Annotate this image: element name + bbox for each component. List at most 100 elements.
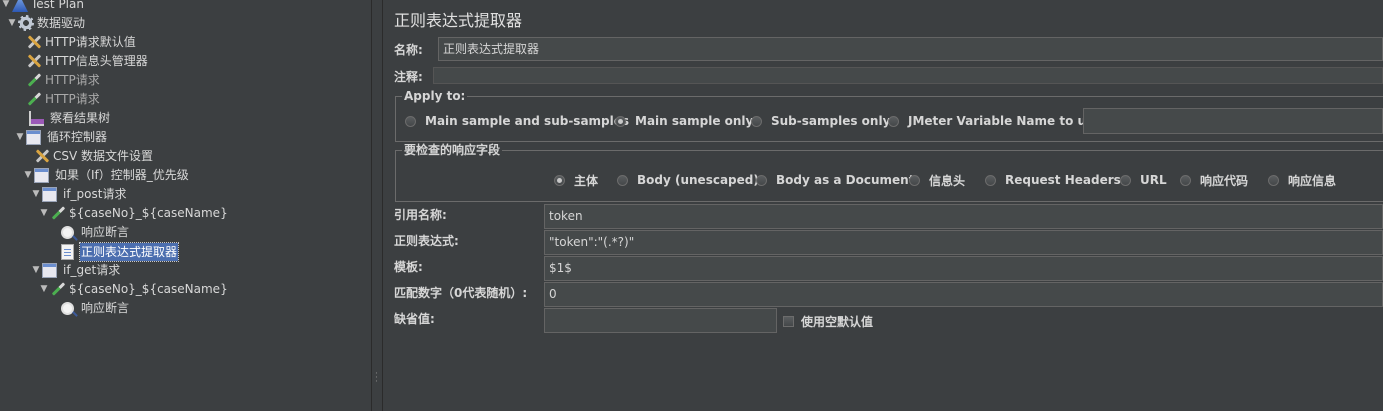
tree-item-results-tree[interactable]: 察看结果树 <box>29 109 110 127</box>
collapse-arrow-icon[interactable]: ▼ <box>38 280 50 298</box>
radio-circle-icon <box>405 115 416 127</box>
use-empty-default-checkbox[interactable]: 使用空默认值 <box>783 313 873 330</box>
tree-item-label: HTTP请求 <box>45 73 100 87</box>
radio-headers[interactable]: 信息头 <box>909 171 965 189</box>
wrench-screwdriver-icon <box>34 148 50 164</box>
tree-item-label: 响应断言 <box>81 225 130 239</box>
magnifier-icon <box>61 225 74 239</box>
match-number-field[interactable]: 0 <box>544 282 1383 307</box>
comment-field[interactable] <box>433 67 1383 84</box>
tree-item-csv-config[interactable]: CSV 数据文件设置 <box>34 147 153 165</box>
tree-item-label: HTTP请求默认值 <box>45 35 136 49</box>
tree-item-label: CSV 数据文件设置 <box>53 149 154 163</box>
tree-item-header-manager[interactable]: HTTP信息头管理器 <box>26 52 148 70</box>
template-field[interactable]: $1$ <box>544 256 1383 281</box>
radio-main-only[interactable]: Main sample only <box>615 112 753 130</box>
reference-name-field[interactable]: token <box>544 204 1383 229</box>
tree-item-if-post[interactable]: ▼ if_post请求 <box>30 185 126 203</box>
radio-label: 响应代码 <box>1200 173 1249 188</box>
page-title: 正则表达式提取器 <box>394 11 523 30</box>
controller-icon <box>34 167 49 183</box>
name-label: 名称: <box>394 43 423 57</box>
tree-item-label: 循环控制器 <box>47 130 108 144</box>
checkbox-label: 使用空默认值 <box>801 315 874 329</box>
collapse-arrow-icon[interactable]: ▼ <box>30 261 42 279</box>
collapse-arrow-icon[interactable]: ▼ <box>14 128 26 146</box>
comment-label: 注释: <box>394 70 423 84</box>
field-to-check-title: 要检查的响应字段 <box>402 143 503 157</box>
tree-item-response-assertion[interactable]: 响应断言 <box>61 299 129 317</box>
tree-item-http-request[interactable]: HTTP请求 <box>26 90 100 108</box>
tree-item-label: HTTP请求 <box>45 92 100 106</box>
tree-item-test-plan[interactable]: ▼ Test Plan <box>0 0 84 13</box>
pipette-icon <box>26 72 42 88</box>
graph-icon <box>29 110 44 126</box>
test-plan-tree[interactable]: ▼ Test Plan ▼ 数据驱动 HTTP请求默认值 HTTP信息头管理器 … <box>0 0 371 411</box>
reference-name-label: 引用名称: <box>394 208 447 222</box>
tree-item-label: 数据驱动 <box>37 16 86 30</box>
radio-response-code[interactable]: 响应代码 <box>1180 171 1248 189</box>
default-value-label: 缺省值: <box>394 312 435 326</box>
split-pane-divider[interactable]: · · · <box>371 0 383 411</box>
tree-item-label: 如果（If）控制器_优先级 <box>55 168 189 182</box>
tree-item-loop-controller[interactable]: ▼ 循环控制器 <box>14 128 107 146</box>
collapse-arrow-icon[interactable]: ▼ <box>6 14 18 32</box>
tree-item-label: Test Plan <box>31 0 84 11</box>
pipette-icon <box>50 281 66 297</box>
wrench-screwdriver-icon <box>26 53 42 69</box>
collapse-arrow-icon[interactable]: ▼ <box>38 204 50 222</box>
tree-item-label: 察看结果树 <box>50 111 111 125</box>
radio-jmeter-variable[interactable]: JMeter Variable Name to use <box>888 112 1101 130</box>
tree-item-if-get[interactable]: ▼ if_get请求 <box>30 261 120 279</box>
radio-label: URL <box>1140 173 1167 187</box>
test-plan-icon <box>12 0 28 12</box>
collapse-arrow-icon[interactable]: ▼ <box>22 166 34 184</box>
default-value-field[interactable] <box>544 308 777 333</box>
jmeter-variable-input[interactable] <box>1083 108 1383 134</box>
tree-item-sampler[interactable]: ▼ ${caseNo}_${caseName} <box>38 204 228 222</box>
collapse-arrow-icon[interactable]: ▼ <box>0 0 12 13</box>
radio-body-unescaped[interactable]: Body (unescaped) <box>617 171 759 189</box>
collapse-arrow-icon[interactable]: ▼ <box>30 185 42 203</box>
name-field[interactable]: 正则表达式提取器 <box>438 37 1383 61</box>
radio-sub-only[interactable]: Sub-samples only <box>751 112 890 130</box>
radio-circle-icon <box>617 174 628 186</box>
tree-item-label: 正则表达式提取器 <box>78 242 180 262</box>
tree-item-if-controller[interactable]: ▼ 如果（If）控制器_优先级 <box>22 166 189 184</box>
checkbox-icon <box>783 316 794 327</box>
radio-label: Main sample and sub-samples <box>425 114 630 128</box>
tree-item-data-driven[interactable]: ▼ 数据驱动 <box>6 14 85 32</box>
tree-item-label: HTTP信息头管理器 <box>45 54 148 68</box>
radio-response-message[interactable]: 响应信息 <box>1268 171 1336 189</box>
radio-selected-icon <box>615 115 626 127</box>
radio-circle-icon <box>756 174 767 186</box>
controller-icon <box>26 129 41 145</box>
regex-field[interactable]: "token":"(.*?)" <box>544 230 1383 255</box>
radio-request-headers[interactable]: Request Headers <box>985 171 1121 189</box>
gear-icon <box>18 15 34 31</box>
radio-label: Body as a Document <box>776 173 915 187</box>
radio-circle-icon <box>1268 174 1279 186</box>
tree-item-label: if_post请求 <box>63 187 127 201</box>
radio-circle-icon <box>909 174 920 186</box>
match-number-label: 匹配数字（0代表随机）: <box>394 286 528 300</box>
tree-item-sampler[interactable]: ▼ ${caseNo}_${caseName} <box>38 280 228 298</box>
template-label: 模板: <box>394 260 423 274</box>
wrench-screwdriver-icon <box>26 34 42 50</box>
tree-item-http-defaults[interactable]: HTTP请求默认值 <box>26 33 136 51</box>
apply-to-title: Apply to: <box>402 89 468 103</box>
tree-item-label: 响应断言 <box>81 301 130 315</box>
radio-label: JMeter Variable Name to use <box>908 114 1102 128</box>
tree-item-label: ${caseNo}_${caseName} <box>69 282 228 296</box>
radio-label: 信息头 <box>929 173 966 188</box>
radio-body-as-document[interactable]: Body as a Document <box>756 171 914 189</box>
radio-label: Main sample only <box>635 114 754 128</box>
radio-circle-icon <box>1120 174 1131 186</box>
tree-item-label: if_get请求 <box>63 263 121 277</box>
tree-item-response-assertion[interactable]: 响应断言 <box>61 223 129 241</box>
radio-url[interactable]: URL <box>1120 171 1167 189</box>
tree-item-http-request[interactable]: HTTP请求 <box>26 71 100 89</box>
radio-main-and-sub[interactable]: Main sample and sub-samples <box>405 112 629 130</box>
radio-body[interactable]: 主体 <box>554 171 598 189</box>
tree-item-regex-extractor[interactable]: 正则表达式提取器 <box>0 242 371 262</box>
